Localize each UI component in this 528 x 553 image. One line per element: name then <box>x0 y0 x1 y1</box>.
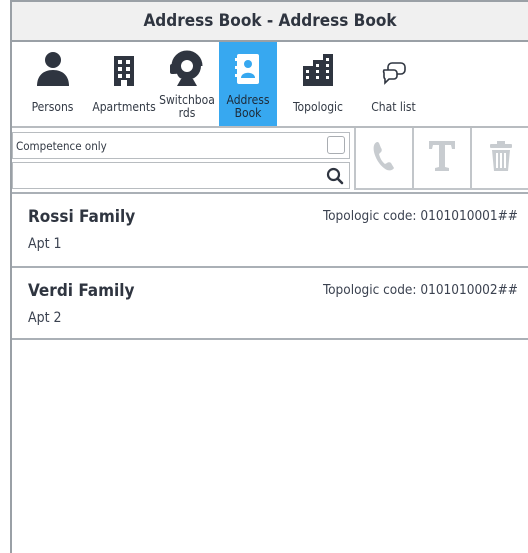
list-item[interactable]: Rossi Family Apt 1 Topologic code: 01010… <box>12 192 528 266</box>
text-button[interactable] <box>412 128 470 190</box>
chat-icon <box>380 42 408 88</box>
entry-apartment: Apt 2 <box>28 310 62 326</box>
list-item[interactable]: Verdi Family Apt 2 Topologic code: 01010… <box>12 266 528 340</box>
address-book-window: Address Book - Address Book Persons Apar… <box>10 0 528 553</box>
entry-name: Verdi Family <box>28 281 135 301</box>
tab-label: Apartments <box>92 99 156 114</box>
tab-switchboards[interactable]: Switchboards <box>155 42 219 126</box>
topologic-label: Topologic code: <box>323 282 417 298</box>
delete-button[interactable] <box>470 128 528 190</box>
entry-topologic: Topologic code: 0101010002## <box>323 282 518 298</box>
operator-headset-icon <box>167 42 207 88</box>
building-icon <box>111 42 137 88</box>
tab-label: Switchboards <box>159 93 215 120</box>
toolbar: Persons Apartments Switchboards Address … <box>12 42 528 128</box>
topologic-label: Topologic code: <box>323 208 417 224</box>
phone-icon <box>371 139 397 177</box>
tab-topologic[interactable]: Topologic <box>277 42 359 126</box>
tab-label: Address Book <box>226 93 270 120</box>
tab-label: Topologic <box>292 99 343 114</box>
window-title: Address Book - Address Book <box>12 0 528 42</box>
competence-label: Competence only <box>16 138 107 153</box>
entry-topologic: Topologic code: 0101010001## <box>323 208 518 224</box>
trash-icon <box>489 140 513 176</box>
tab-apartments[interactable]: Apartments <box>92 42 156 126</box>
tab-chat-list[interactable]: Chat list <box>359 42 428 126</box>
tab-label: Chat list <box>371 99 416 114</box>
competence-filter: Competence only <box>12 132 350 159</box>
text-t-icon <box>427 139 457 177</box>
topologic-code: 0101010001## <box>420 208 518 224</box>
entry-apartment: Apt 1 <box>28 236 62 252</box>
filter-row: Competence only <box>12 128 528 190</box>
buildings-icon <box>301 42 335 88</box>
tab-address-book[interactable]: Address Book <box>219 42 277 126</box>
search-field[interactable] <box>12 162 350 189</box>
address-book-icon <box>234 42 262 88</box>
topologic-code: 0101010002## <box>420 282 518 298</box>
address-list: Rossi Family Apt 1 Topologic code: 01010… <box>12 192 528 340</box>
tab-label: Persons <box>31 99 74 114</box>
call-button[interactable] <box>354 128 412 190</box>
tab-persons[interactable]: Persons <box>12 42 93 126</box>
person-icon <box>33 42 73 88</box>
entry-name: Rossi Family <box>28 207 136 227</box>
search-icon[interactable] <box>326 167 344 189</box>
competence-checkbox[interactable] <box>327 136 345 154</box>
